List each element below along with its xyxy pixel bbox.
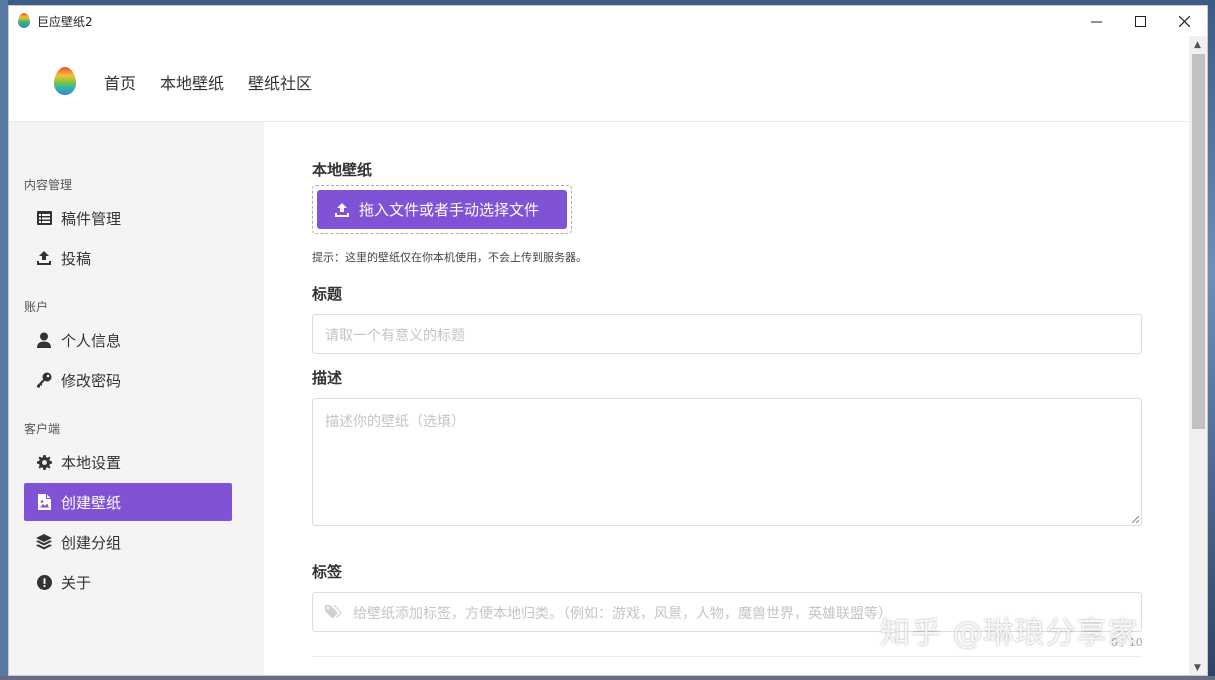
sidebar-item-label: 修改密码 — [61, 371, 122, 390]
form-divider — [312, 656, 1142, 657]
section-label-client: 客户端 — [24, 422, 61, 436]
upload-icon — [36, 250, 52, 266]
nav-home[interactable]: 首页 — [104, 70, 136, 94]
sidebar-item-about[interactable]: 关于 — [24, 563, 232, 601]
vertical-scrollbar[interactable]: ▲ ▼ — [1189, 36, 1207, 675]
nav-wallpaper-community[interactable]: 壁纸社区 — [248, 70, 312, 94]
scroll-down-icon[interactable]: ▼ — [1194, 663, 1201, 673]
tags-label: 标签 — [312, 563, 343, 581]
minimize-icon — [1090, 21, 1102, 22]
layers-icon — [36, 534, 52, 550]
key-icon — [36, 372, 52, 388]
title-input[interactable] — [325, 328, 1129, 344]
minimize-button[interactable] — [1073, 6, 1119, 36]
sidebar-item-profile[interactable]: 个人信息 — [24, 321, 232, 359]
top-navigation: 首页 本地壁纸 壁纸社区 — [9, 36, 1189, 122]
window-title: 巨应壁纸2 — [37, 15, 93, 29]
file-drop-zone[interactable]: 拖入文件或者手动选择文件 — [312, 185, 572, 234]
app-logo-icon — [18, 13, 30, 28]
sidebar-item-label: 本地设置 — [61, 453, 122, 472]
sidebar-item-manuscripts[interactable]: 稿件管理 — [24, 199, 232, 237]
brand-logo-icon[interactable] — [54, 67, 76, 95]
title-bar[interactable]: 巨应壁纸2 — [9, 6, 1207, 36]
description-field[interactable] — [312, 398, 1142, 526]
section-title: 本地壁纸 — [312, 161, 373, 179]
sidebar-item-label: 投稿 — [61, 249, 92, 268]
maximize-icon — [1134, 15, 1146, 27]
desktop-background-left — [0, 0, 8, 680]
sidebar-item-create-group[interactable]: 创建分组 — [24, 523, 232, 561]
sidebar-item-label: 关于 — [61, 573, 92, 592]
user-icon — [36, 332, 52, 348]
close-icon — [1178, 15, 1190, 27]
resize-handle-icon[interactable] — [1131, 515, 1139, 523]
select-file-button[interactable]: 拖入文件或者手动选择文件 — [317, 190, 567, 229]
sidebar-item-local-settings[interactable]: 本地设置 — [24, 443, 232, 481]
sidebar-item-create-wallpaper[interactable]: 创建壁纸 — [24, 483, 232, 521]
close-button[interactable] — [1161, 6, 1207, 36]
app-window: 巨应壁纸2 首页 本地壁纸 壁纸社区 内容管理 稿件管理 投稿 账户 个人信息 … — [8, 5, 1208, 676]
section-label-account: 账户 — [24, 300, 49, 314]
section-label-content: 内容管理 — [24, 178, 73, 192]
zhihu-watermark: 知乎 @琳琅分享家 — [880, 616, 1139, 651]
sidebar-item-submit[interactable]: 投稿 — [24, 239, 232, 277]
sidebar-item-change-password[interactable]: 修改密码 — [24, 361, 232, 399]
sidebar-item-label: 个人信息 — [61, 331, 122, 350]
title-label: 标题 — [312, 285, 343, 303]
tags-icon — [325, 605, 342, 619]
sidebar: 内容管理 稿件管理 投稿 账户 个人信息 修改密码 客户端 本地设置 创建壁纸 … — [9, 122, 264, 675]
description-label: 描述 — [312, 369, 343, 387]
scroll-up-icon[interactable]: ▲ — [1194, 40, 1201, 50]
image-file-icon — [36, 494, 52, 510]
maximize-button[interactable] — [1117, 6, 1163, 36]
local-only-hint: 提示：这里的壁纸仅在你本机使用，不会上传到服务器。 — [312, 251, 587, 264]
desktop-background-bottom — [0, 676, 1215, 680]
scrollbar-thumb[interactable] — [1192, 54, 1205, 429]
sidebar-item-label: 创建壁纸 — [61, 493, 122, 512]
create-wallpaper-form: 本地壁纸 拖入文件或者手动选择文件 提示：这里的壁纸仅在你本机使用，不会上传到服… — [264, 122, 1189, 675]
description-textarea[interactable] — [325, 411, 1129, 513]
gear-icon — [36, 454, 52, 470]
select-file-label: 拖入文件或者手动选择文件 — [359, 201, 540, 219]
title-field[interactable] — [312, 314, 1142, 354]
nav-local-wallpaper[interactable]: 本地壁纸 — [160, 70, 224, 94]
list-icon — [36, 210, 52, 226]
info-icon — [36, 574, 52, 590]
sidebar-item-label: 稿件管理 — [61, 209, 122, 228]
upload-icon — [335, 202, 349, 217]
sidebar-item-label: 创建分组 — [61, 533, 122, 552]
